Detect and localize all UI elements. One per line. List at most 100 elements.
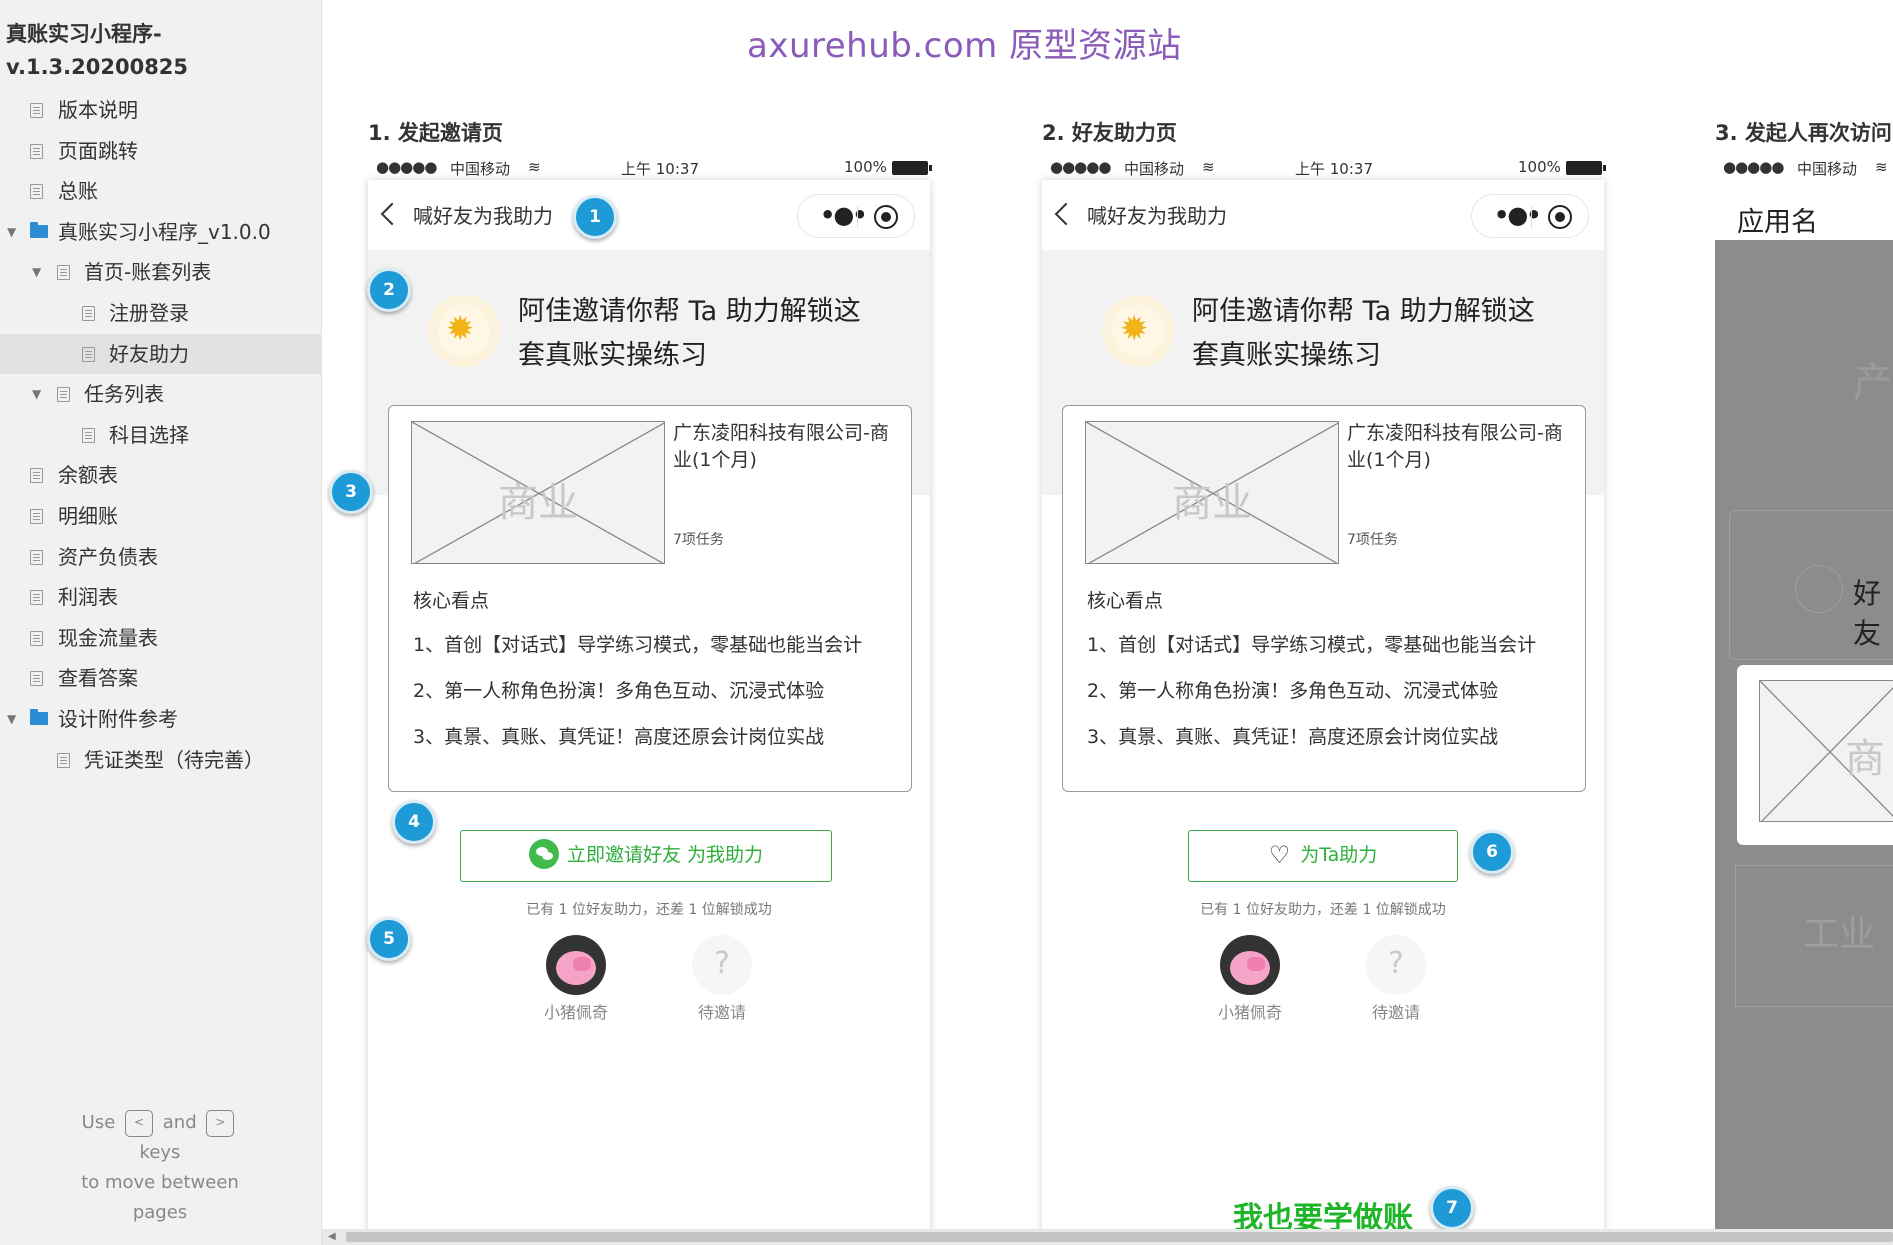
page-icon (30, 508, 43, 524)
tree-item-register-login[interactable]: 注册登录 (0, 293, 322, 334)
annotation-marker-5[interactable]: 5 (367, 917, 411, 961)
capsule-menu: •●• (797, 194, 915, 238)
clock-label: 上午 10:37 (621, 160, 699, 178)
phone-screen-help: 喊好友为我助力 •●• ✹ 阿佳邀请你帮 Ta 助力解锁这 套真账实操练习 商业… (1042, 180, 1604, 1245)
core-highlights-title: 核心看点 (413, 590, 490, 612)
course-card: 商业 广东凌阳科技有限公司-商业(1个月) 7项任务 核心看点 1、首创【对话式… (388, 405, 912, 792)
page-icon (30, 468, 43, 484)
core-point: 2、第一人称角色扮演！多角色互动、沉浸式体验 (413, 680, 825, 702)
help-progress-text: 已有 1 位好友助力，还差 1 位解锁成功 (1200, 902, 1446, 918)
signal-icon: ●●●●● (376, 158, 437, 176)
page-icon (30, 143, 43, 159)
tree-item-ledger[interactable]: 总账 (0, 171, 322, 212)
dimmed-text: 工业 (1803, 914, 1876, 955)
task-count: 7项任务 (1347, 532, 1398, 548)
dimmed-text: 产 (1853, 360, 1893, 406)
tree-item-voucher-type[interactable]: 凭证类型（待完善） (0, 740, 322, 781)
annotation-marker-6[interactable]: 6 (1470, 830, 1514, 874)
pending-avatar[interactable]: ? (692, 935, 752, 995)
wifi-icon: ≋ (1202, 158, 1215, 176)
wifi-icon: ≋ (528, 158, 541, 176)
lightbulb-badge: ✹ (428, 295, 500, 367)
scroll-thumb[interactable] (346, 1232, 1893, 1242)
sitemap-tree: 版本说明 页面跳转 总账 ▼ 真账实习小程序_v1.0.0 ▼ 首页-账套列表 … (0, 90, 322, 780)
tree-item-label: 任务列表 (84, 382, 164, 407)
tree-item-label: 查看答案 (58, 666, 138, 691)
close-target-icon[interactable] (874, 205, 898, 229)
tree-item-balance-sheet[interactable]: 资产负债表 (0, 537, 322, 578)
expand-arrow-icon[interactable]: ▼ (32, 252, 41, 293)
more-icon[interactable]: •●• (820, 201, 868, 229)
friend-avatar (546, 935, 606, 995)
keyboard-nav-hint: Use < and > keys to move between pages (40, 1108, 280, 1228)
horizontal-scrollbar[interactable]: ◀ (322, 1229, 1893, 1245)
tree-item-balance[interactable]: 余额表 (0, 455, 322, 496)
page-icon (30, 103, 43, 118)
next-key-icon: > (206, 1109, 235, 1137)
tree-item-friend-help[interactable]: 好友助力 (0, 333, 322, 375)
tree-item-label: 总账 (58, 179, 98, 204)
tree-item-subject-select[interactable]: 科目选择 (0, 415, 322, 456)
tree-item-task-list[interactable]: ▼ 任务列表 (0, 374, 322, 415)
page-icon (30, 184, 43, 200)
scroll-left-icon[interactable]: ◀ (328, 1231, 336, 1242)
course-image-placeholder: 商 (1759, 680, 1893, 822)
annotation-marker-1[interactable]: 1 (573, 195, 617, 239)
screen-title-revisit: 3. 发起人再次访问 (1715, 121, 1892, 145)
clock-label: 上午 10:37 (1295, 160, 1373, 178)
task-count: 7项任务 (673, 532, 724, 548)
mini-program-navbar: 应用名 (1715, 180, 1893, 240)
nav-title: 喊好友为我助力 (1087, 204, 1227, 228)
tree-item-label: 资产负债表 (58, 544, 158, 569)
placeholder-label: 商业 (498, 480, 578, 526)
expand-arrow-icon[interactable]: ▼ (7, 699, 16, 740)
core-point: 3、真景、真账、真凭证！高度还原会计岗位实战 (413, 726, 825, 748)
tree-item-answers[interactable]: 查看答案 (0, 658, 322, 699)
tree-item-income[interactable]: 利润表 (0, 577, 322, 618)
pig-snout (573, 957, 591, 971)
invite-friends-button[interactable]: 立即邀请好友 为我助力 (460, 830, 832, 882)
expand-arrow-icon[interactable]: ▼ (32, 374, 41, 415)
battery-percent: 100% (844, 158, 887, 176)
phone-screen-invite: 喊好友为我助力 •●• ✹ 阿佳邀请你帮 Ta 助力解锁这 套真账实操练习 商业… (368, 180, 930, 1245)
carrier-label: 中国移动 (1797, 160, 1858, 178)
company-name: 广东凌阳科技有限公司-商业(1个月) (1347, 422, 1563, 471)
tree-item-page-jump[interactable]: 页面跳转 (0, 131, 322, 172)
phone-screen-revisit: 应用名 产 好友 商 工业 (1715, 180, 1893, 1245)
wifi-icon: ≋ (1875, 158, 1888, 176)
back-arrow-icon[interactable] (1054, 202, 1078, 226)
more-icon[interactable]: •●• (1494, 201, 1542, 229)
back-arrow-icon[interactable] (380, 202, 404, 226)
hint-pages: pages (132, 1202, 188, 1223)
close-target-icon[interactable] (1548, 205, 1572, 229)
annotation-marker-2[interactable]: 2 (367, 268, 411, 312)
tree-item-detail[interactable]: 明细账 (0, 496, 322, 537)
tree-folder-app[interactable]: ▼ 真账实习小程序_v1.0.0 (0, 212, 322, 253)
tree-folder-design-ref[interactable]: ▼ 设计附件参考 (0, 699, 322, 740)
tree-item-label: 设计附件参考 (58, 706, 178, 731)
signal-icon: ●●●●● (1050, 158, 1111, 176)
hint-use: Use (81, 1112, 116, 1133)
annotation-marker-3[interactable]: 3 (329, 470, 373, 514)
annotation-marker-4[interactable]: 4 (392, 800, 436, 844)
pig-snout (1247, 957, 1265, 971)
invite-button-label: 立即邀请好友 为我助力 (566, 844, 764, 866)
page-icon (30, 549, 43, 565)
tree-item-home-list[interactable]: ▼ 首页-账套列表 (0, 252, 322, 293)
pending-avatar[interactable]: ? (1366, 935, 1426, 995)
annotation-marker-7[interactable]: 7 (1430, 1186, 1474, 1230)
tree-item-version[interactable]: 版本说明 (0, 90, 322, 131)
course-image-placeholder: 商业 (1085, 421, 1339, 564)
page-icon (57, 387, 70, 403)
tree-item-cashflow[interactable]: 现金流量表 (0, 618, 322, 659)
help-friend-button[interactable]: ♡ 为Ta助力 (1188, 830, 1458, 882)
project-title-line1: 真账实习小程序- (6, 22, 162, 46)
page-icon (82, 427, 95, 443)
placeholder-label: 商业 (1172, 480, 1252, 526)
expand-arrow-icon[interactable]: ▼ (7, 212, 16, 253)
core-point: 1、首创【对话式】导学练习模式，零基础也能当会计 (413, 634, 863, 656)
hint-to-move: to move between (81, 1172, 239, 1193)
project-title: 真账实习小程序- v.1.3.20200825 (6, 18, 188, 84)
wechat-icon (528, 838, 559, 869)
capsule-menu: •●• (1471, 194, 1589, 238)
